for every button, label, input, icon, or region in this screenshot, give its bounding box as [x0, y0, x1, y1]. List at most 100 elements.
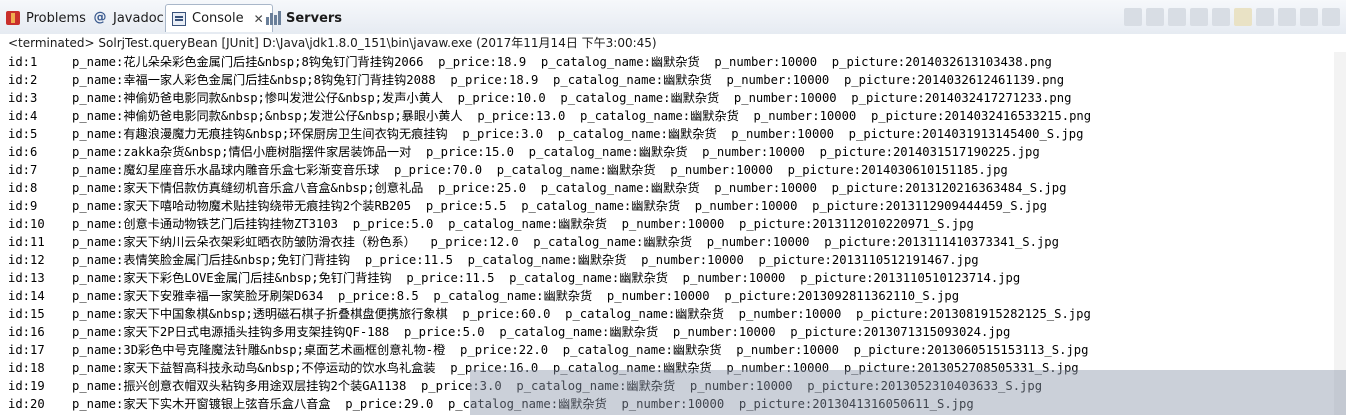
console-field-catalog: p_catalog_name:幽默杂货: [509, 271, 683, 285]
console-field-price: p_price:29.0: [345, 397, 448, 411]
console-field-price: p_price:25.0: [438, 181, 541, 195]
minimize-icon[interactable]: [1300, 8, 1318, 26]
console-field-name: p_name:有趣浪漫魔力无痕挂钩&nbsp;环保厨房卫生间衣钩无痕挂钩: [72, 127, 463, 141]
remove-all-icon[interactable]: [1168, 8, 1186, 26]
console-field-picture: p_picture:2013111410373341_S.jpg: [824, 235, 1074, 249]
console-field-catalog: p_catalog_name:幽默杂货: [540, 55, 715, 69]
console-line: id:12 p_name:表情笑脸金属门后挂&nbsp;免钉门背挂钩 p_pric…: [8, 251, 993, 269]
tab-servers[interactable]: Servers: [266, 6, 342, 30]
console-field-price: p_price:18.9: [450, 73, 554, 87]
console-field-name: p_name:家天下安雅幸福一家笑脸牙刷架D634: [72, 289, 339, 303]
console-field-price: p_price:12.0: [430, 235, 534, 249]
console-field-name: p_name:家天下彩色LOVE金属门后挂&nbsp;免钉门背挂钩: [72, 271, 407, 285]
terminate-icon[interactable]: [1124, 8, 1142, 26]
close-icon[interactable]: ✕: [254, 12, 264, 26]
console-field-catalog: p_catalog_name:幽默杂货: [528, 145, 703, 159]
console-field-catalog: p_catalog_name:幽默杂货: [433, 289, 607, 303]
console-field-name: p_name:家天下益智高科技永动鸟&nbsp;不停运动的饮水鸟礼盒装: [72, 361, 451, 375]
console-field-number: p_number:10000: [682, 271, 801, 285]
console-field-name: p_name:创意卡通动物铁艺门后挂钩挂物ZT3103: [72, 217, 353, 231]
console-line: id:9 p_name:家天下嘻哈动物魔术贴挂钩绕带无痕挂钩2个装RB205 p_…: [8, 197, 1062, 215]
console-field-name: p_name:家天下情侣款仿真缝纫机音乐盒八音盒&nbsp;创意礼品: [72, 181, 438, 195]
view-tab-bar: Problems @ Javadoc Console ✕ Servers: [0, 0, 1346, 35]
console-field-id: id:11: [8, 235, 45, 249]
console-line: id:5 p_name:有趣浪漫魔力无痕挂钩&nbsp;环保厨房卫生间衣钩无痕挂钩…: [8, 125, 1098, 143]
console-line: id:17 p_name:3D彩色中号克隆魔法针雕&nbsp;桌面艺术画框创意礼物…: [8, 341, 1103, 359]
console-line: id:14 p_name:家天下安雅幸福一家笑脸牙刷架D634 p_price:8…: [8, 287, 974, 305]
console-field-catalog: p_catalog_name:幽默杂货: [467, 253, 642, 267]
console-status-line: <terminated> SolrjTest.queryBean [JUnit]…: [0, 34, 1346, 52]
console-field-catalog: p_catalog_name:幽默杂货: [499, 325, 673, 339]
console-field-picture: p_picture:2014032417271233.png: [851, 91, 1087, 105]
display-console-icon[interactable]: [1256, 8, 1274, 26]
scroll-lock-icon[interactable]: [1212, 8, 1230, 26]
console-field-picture: p_picture:2013110510123714.jpg: [800, 271, 1035, 285]
vertical-scrollbar[interactable]: [1334, 52, 1346, 415]
console-field-number: p_number:10000: [726, 73, 844, 87]
console-field-name: p_name:魔幻星座音乐水晶球内雕音乐盒七彩渐变音乐球: [72, 163, 394, 177]
remove-launch-icon[interactable]: [1146, 8, 1164, 26]
console-field-id: id:7: [8, 163, 38, 177]
console-field-name: p_name:家天下嘻哈动物魔术贴挂钩绕带无痕挂钩2个装RB205: [72, 199, 426, 213]
console-field-price: p_price:3.0: [462, 127, 558, 141]
console-field-picture: p_picture:2013112909444459_S.jpg: [812, 199, 1062, 213]
console-field-catalog: p_catalog_name:幽默杂货: [540, 181, 715, 195]
console-field-price: p_price:70.0: [393, 163, 497, 177]
console-field-id: id:18: [8, 361, 45, 375]
console-field-catalog: p_catalog_name:幽默杂货: [533, 235, 707, 249]
pin-console-icon[interactable]: [1234, 8, 1252, 26]
console-field-catalog: p_catalog_name:幽默杂货: [565, 307, 739, 321]
console-field-catalog: p_catalog_name:幽默杂货: [496, 163, 671, 177]
console-field-price: p_price:8.5: [338, 289, 434, 303]
console-field-number: p_number:10000: [694, 199, 813, 213]
console-field-number: p_number:10000: [714, 181, 832, 195]
console-field-name: p_name:家天下中国象棋&nbsp;透明磁石棋子折叠棋盘便携旅行象棋: [72, 307, 463, 321]
console-field-catalog: p_catalog_name:幽默杂货: [557, 127, 732, 141]
console-field-number: p_number:10000: [706, 235, 825, 249]
console-line: id:4 p_name:神偷奶爸电影同款&nbsp;&nbsp;发泄公仔&nbsp…: [8, 107, 1106, 125]
console-field-price: p_price:11.5: [406, 271, 510, 285]
console-field-picture: p_picture:2014031517190225.jpg: [819, 145, 1055, 159]
console-field-price: p_price:22.0: [460, 343, 563, 357]
console-field-name: p_name:振兴创意衣帽双头粘钩多用途双层挂钩2个装GA1138: [72, 379, 421, 393]
console-output[interactable]: id:1 p_name:花儿朵朵彩色金属门后挂&nbsp;8钩兔钉门背挂钩2066…: [0, 52, 1346, 415]
console-field-catalog: p_catalog_name:幽默杂货: [562, 343, 737, 357]
console-field-name: p_name:神偷奶爸电影同款&nbsp;惨叫发泄公仔&nbsp;发声小黄人: [72, 91, 458, 105]
console-field-id: id:8: [8, 181, 38, 195]
console-field-name: p_name:表情笑脸金属门后挂&nbsp;免钉门背挂钩: [72, 253, 365, 267]
console-field-id: id:9: [8, 199, 38, 213]
console-line: id:6 p_name:zakka杂货&nbsp;情侣小鹿树脂摆件家居装饰品一对 …: [8, 143, 1054, 161]
console-field-price: p_price:5.0: [352, 217, 449, 231]
console-field-picture: p_picture:2013120216363484_S.jpg: [831, 181, 1082, 195]
console-field-name: p_name:家天下纳川云朵衣架彩虹晒衣防皱防滑衣挂（粉色系）: [72, 235, 431, 249]
console-icon: [172, 11, 186, 26]
console-field-id: id:13: [8, 271, 45, 285]
tab-problems-label: Problems: [26, 10, 86, 26]
console-field-number: p_number:10000: [738, 307, 857, 321]
console-field-number: p_number:10000: [714, 55, 832, 69]
console-field-price: p_price:5.5: [425, 199, 522, 213]
console-field-catalog: p_catalog_name:幽默杂货: [521, 199, 695, 213]
console-field-catalog: p_catalog_name:幽默杂货: [553, 73, 727, 87]
clear-console-icon[interactable]: [1190, 8, 1208, 26]
tab-console[interactable]: Console ✕: [165, 4, 273, 32]
console-field-id: id:20: [8, 397, 45, 411]
console-line: id:1 p_name:花儿朵朵彩色金属门后挂&nbsp;8钩兔钉门背挂钩2066…: [8, 53, 1067, 71]
maximize-icon[interactable]: [1322, 8, 1340, 26]
tab-javadoc[interactable]: @ Javadoc: [93, 6, 164, 30]
console-field-name: p_name:zakka杂货&nbsp;情侣小鹿树脂摆件家居装饰品一对: [72, 145, 426, 159]
console-field-id: id:14: [8, 289, 45, 303]
console-field-price: p_price:10.0: [457, 91, 561, 105]
console-field-number: p_number:10000: [641, 253, 759, 267]
console-field-price: p_price:5.0: [403, 325, 500, 339]
console-field-number: p_number:10000: [733, 91, 852, 105]
tab-problems[interactable]: Problems: [6, 6, 86, 30]
tab-javadoc-label: Javadoc: [113, 10, 164, 26]
console-field-picture: p_picture:2014031913145400_S.jpg: [848, 127, 1099, 141]
console-field-picture: p_picture:2013112010220971_S.jpg: [738, 217, 989, 231]
console-field-number: p_number:10000: [621, 217, 739, 231]
console-field-id: id:1: [8, 55, 38, 69]
open-console-icon[interactable]: [1278, 8, 1296, 26]
console-field-catalog: p_catalog_name:幽默杂货: [560, 91, 734, 105]
console-field-picture: p_picture:2013092811362110_S.jpg: [724, 289, 974, 303]
